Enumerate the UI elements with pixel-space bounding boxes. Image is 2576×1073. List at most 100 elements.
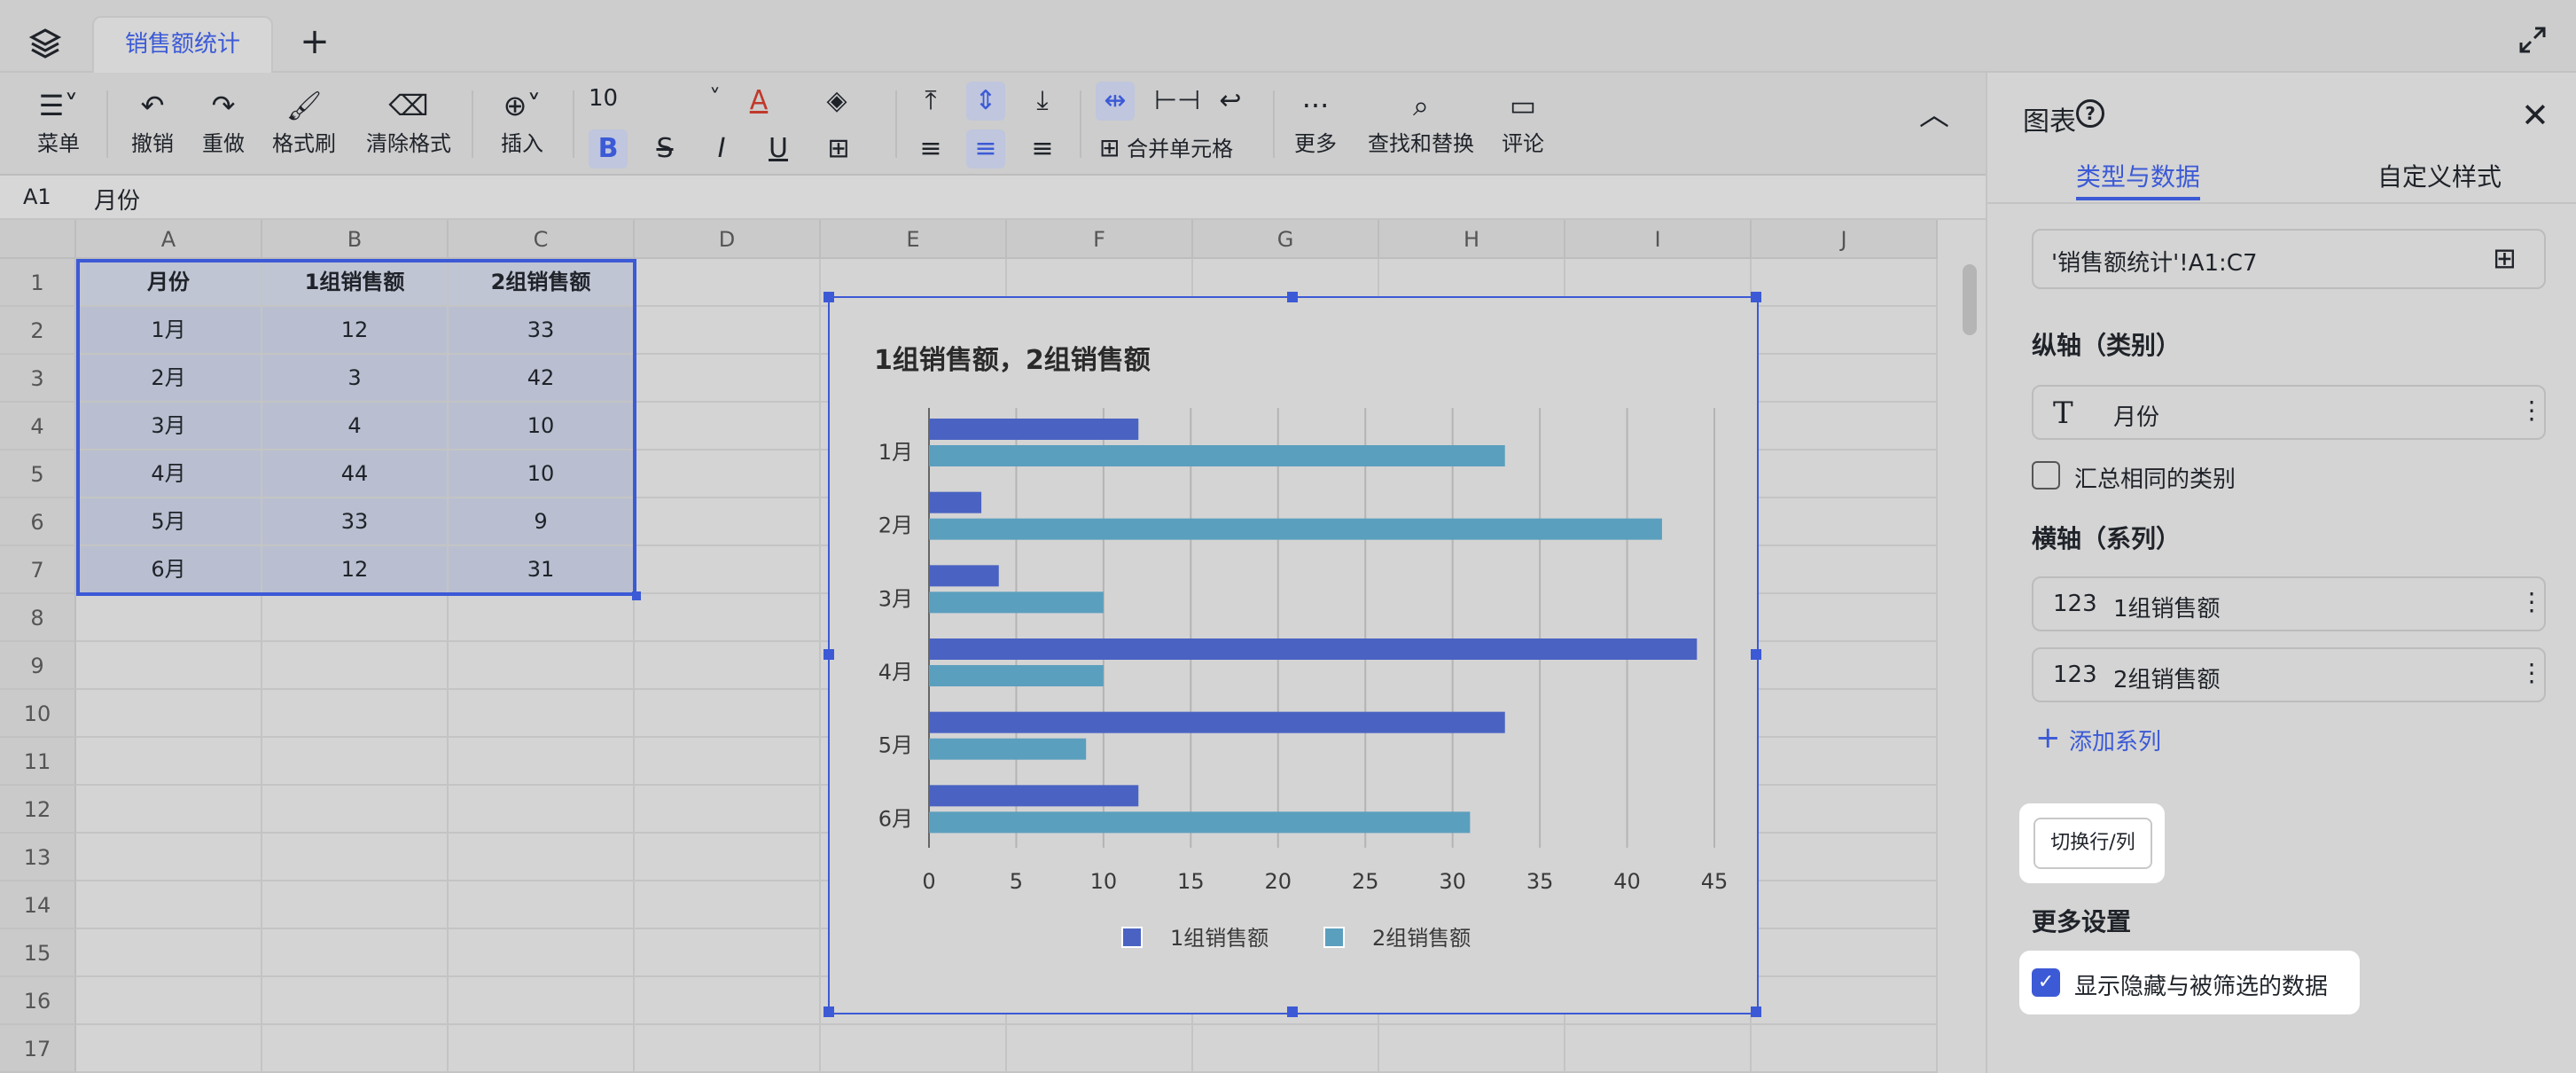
chart[interactable]: 1组销售额，2组销售额 0 5 10 15 20 25 30 35 40 45 1月 2月 3月 4月 5月 6… [824, 292, 1761, 1017]
empty-cell[interactable] [262, 690, 449, 738]
empty-cell[interactable] [76, 929, 262, 977]
empty-cell[interactable] [76, 690, 262, 738]
empty-cell[interactable] [449, 738, 635, 786]
column-header[interactable]: H [1379, 220, 1565, 259]
empty-cell[interactable] [449, 929, 635, 977]
empty-cell[interactable] [821, 1025, 1007, 1073]
empty-cell[interactable] [1752, 546, 1938, 594]
font-size-select[interactable]: 10 ˅ [589, 85, 730, 112]
empty-cell[interactable] [1752, 450, 1938, 498]
grid-select-icon[interactable]: ⊞ [2493, 241, 2517, 275]
align-right-icon[interactable]: ≡ [1023, 129, 1062, 168]
empty-cell[interactable] [1752, 259, 1938, 307]
selection-handle[interactable] [632, 591, 641, 600]
column-header[interactable]: G [1193, 220, 1379, 259]
help-icon[interactable]: ? [2076, 99, 2104, 128]
empty-cell[interactable] [449, 594, 635, 642]
more-vertical-icon[interactable]: ⋮ [2519, 587, 2544, 616]
empty-cell[interactable] [449, 786, 635, 834]
row-header[interactable]: 17 [0, 1025, 76, 1073]
empty-cell[interactable] [1752, 642, 1938, 690]
column-header[interactable]: D [635, 220, 821, 259]
show-hidden-checkbox[interactable]: ✓ [2032, 968, 2060, 997]
empty-cell[interactable] [635, 307, 821, 355]
add-series-button[interactable]: 添加系列 [2069, 724, 2161, 756]
empty-cell[interactable] [262, 594, 449, 642]
empty-cell[interactable] [76, 786, 262, 834]
row-header[interactable]: 15 [0, 929, 76, 977]
column-header[interactable]: J [1752, 220, 1938, 259]
add-tab-button[interactable]: + [293, 21, 337, 66]
column-header[interactable]: F [1007, 220, 1193, 259]
select-all-corner[interactable] [0, 220, 76, 259]
empty-cell[interactable] [635, 834, 821, 881]
merge-cells-button[interactable]: ⊞ 合并单元格 [1099, 131, 1268, 162]
series-1-field[interactable]: 123 1组销售额 ⋮ [2032, 576, 2546, 631]
undo-button[interactable]: ↶ 撤销 [124, 85, 181, 157]
clip-text-icon[interactable]: ⊢⊣ [1154, 82, 1200, 121]
column-header[interactable]: I [1565, 220, 1752, 259]
empty-cell[interactable] [635, 259, 821, 307]
empty-cell[interactable] [635, 881, 821, 929]
empty-cell[interactable] [635, 594, 821, 642]
row-header[interactable]: 13 [0, 834, 76, 881]
more-button[interactable]: ··· 更多 [1291, 85, 1340, 157]
empty-cell[interactable] [449, 1025, 635, 1073]
resize-handle[interactable] [1751, 649, 1761, 660]
align-middle-icon[interactable]: ⇕ [966, 82, 1005, 121]
border-icon[interactable]: ⊞ [819, 129, 858, 168]
tab-sales-stats[interactable]: 销售额统计 [92, 16, 273, 73]
empty-cell[interactable] [1379, 1025, 1565, 1073]
align-left-icon[interactable]: ≡ [911, 129, 950, 168]
find-replace-button[interactable]: ⌕ 查找和替换 [1363, 85, 1479, 157]
empty-cell[interactable] [449, 834, 635, 881]
row-header[interactable]: 11 [0, 738, 76, 786]
insert-button[interactable]: ⊕˅ 插入 [489, 85, 555, 157]
empty-cell[interactable] [449, 881, 635, 929]
empty-cell[interactable] [1752, 355, 1938, 403]
more-vertical-icon[interactable]: ⋮ [2519, 658, 2544, 687]
format-painter-button[interactable]: 🖌 格式刷 [266, 85, 342, 157]
empty-cell[interactable] [635, 786, 821, 834]
plus-icon[interactable]: + [2035, 720, 2061, 756]
empty-cell[interactable] [635, 546, 821, 594]
empty-cell[interactable] [76, 1025, 262, 1073]
row-header[interactable]: 3 [0, 355, 76, 403]
empty-cell[interactable] [262, 881, 449, 929]
empty-cell[interactable] [262, 786, 449, 834]
empty-cell[interactable] [635, 642, 821, 690]
aggregate-checkbox[interactable] [2032, 461, 2060, 490]
resize-handle[interactable] [1751, 292, 1761, 302]
empty-cell[interactable] [635, 977, 821, 1025]
cell-reference[interactable]: A1 [23, 184, 51, 209]
row-header[interactable]: 6 [0, 498, 76, 546]
wrap-overflow-icon[interactable]: ⇹ [1096, 82, 1135, 121]
empty-cell[interactable] [262, 738, 449, 786]
empty-cell[interactable] [262, 1025, 449, 1073]
empty-cell[interactable] [635, 498, 821, 546]
tab-type-data[interactable]: 类型与数据 [2076, 158, 2200, 193]
empty-cell[interactable] [76, 881, 262, 929]
empty-cell[interactable] [76, 594, 262, 642]
empty-cell[interactable] [635, 690, 821, 738]
data-range-field[interactable]: '销售额统计'!A1:C7 ⊞ [2032, 229, 2546, 289]
empty-cell[interactable] [449, 977, 635, 1025]
row-header[interactable]: 1 [0, 259, 76, 307]
empty-cell[interactable] [635, 738, 821, 786]
row-header[interactable]: 7 [0, 546, 76, 594]
empty-cell[interactable] [1752, 929, 1938, 977]
row-header[interactable]: 8 [0, 594, 76, 642]
series-2-field[interactable]: 123 2组销售额 ⋮ [2032, 647, 2546, 702]
expand-icon[interactable] [2517, 25, 2548, 55]
resize-handle[interactable] [824, 1006, 834, 1017]
resize-handle[interactable] [824, 649, 834, 660]
resize-handle[interactable] [1287, 292, 1298, 302]
row-header[interactable]: 10 [0, 690, 76, 738]
row-header[interactable]: 2 [0, 307, 76, 355]
empty-cell[interactable] [1007, 1025, 1193, 1073]
formula-input[interactable]: 月份 [94, 183, 140, 215]
bold-icon[interactable]: B [589, 129, 628, 168]
fill-color-icon[interactable]: ◈ [817, 82, 856, 121]
empty-cell[interactable] [1752, 1025, 1938, 1073]
collapse-toolbar-icon[interactable]: ︿ [1916, 90, 1952, 134]
